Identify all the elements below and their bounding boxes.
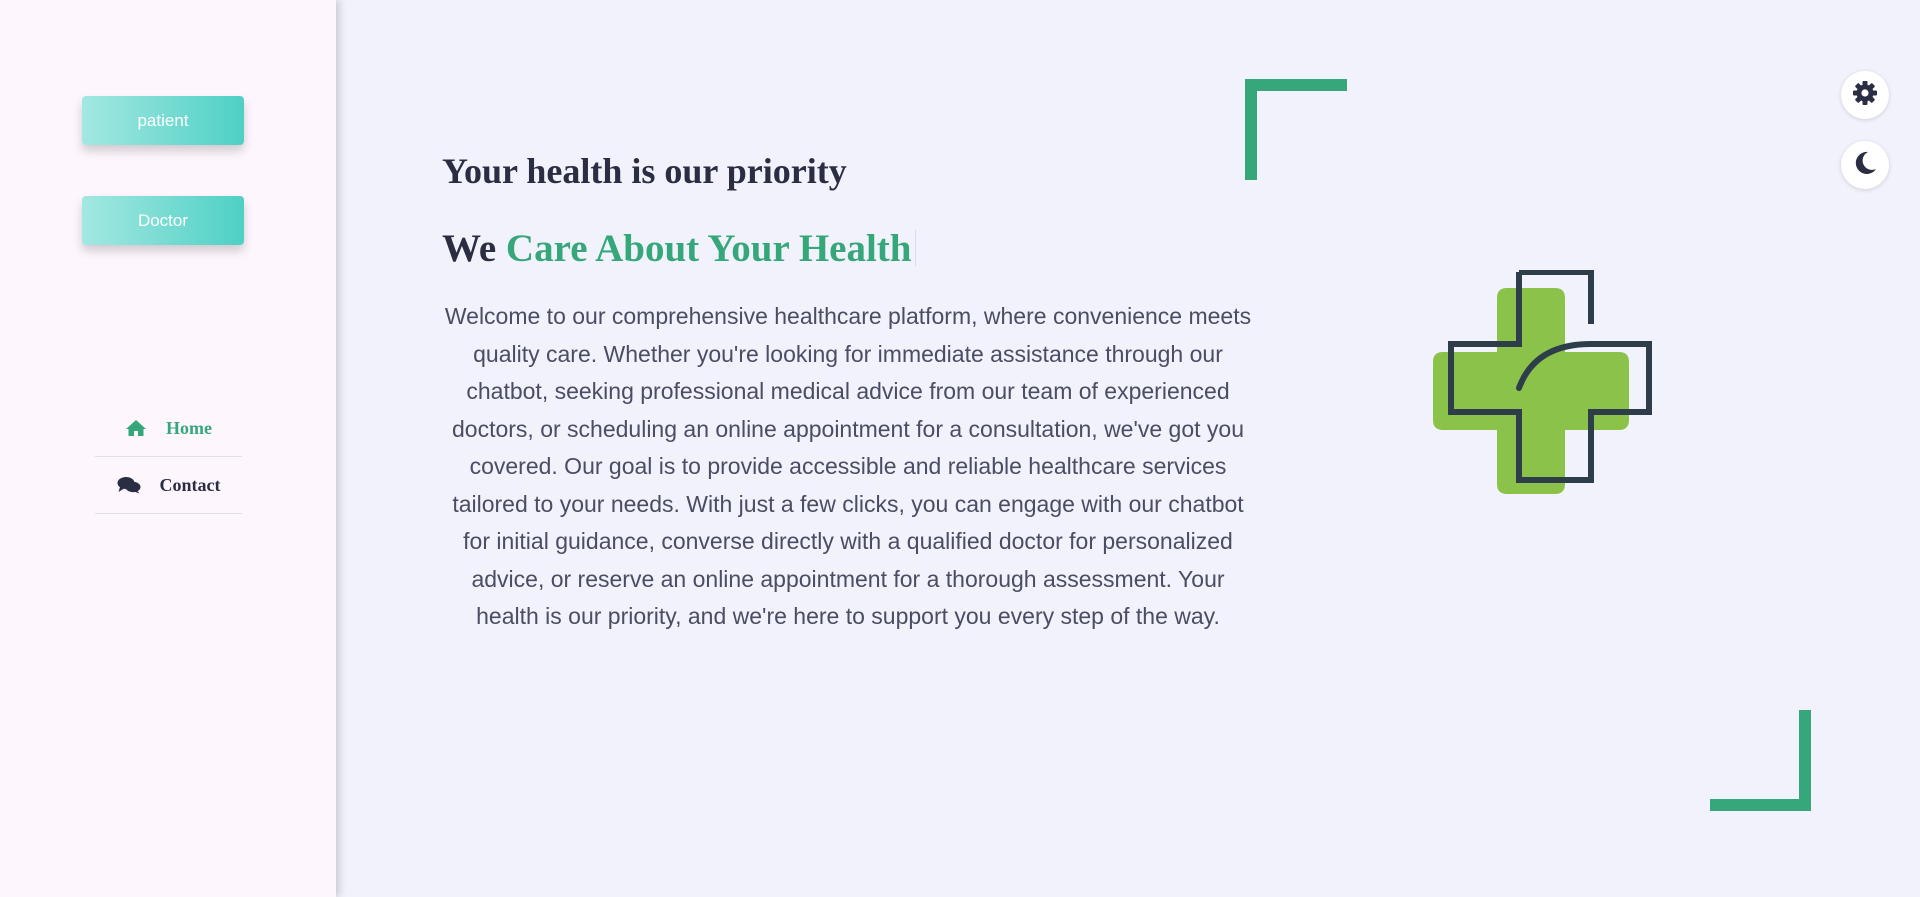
- tagline-prefix: We: [442, 227, 497, 270]
- nav-item-contact-label: Contact: [159, 474, 221, 495]
- sidebar-nav: Home Contact: [95, 400, 242, 514]
- patient-button[interactable]: patient: [82, 96, 244, 145]
- tagline: We Care About Your Health: [442, 226, 917, 271]
- corner-decoration-top-left: [1245, 79, 1347, 180]
- nav-item-home-label: Home: [166, 417, 212, 438]
- doctor-button[interactable]: Doctor: [82, 196, 244, 245]
- page-heading: Your health is our priority: [442, 151, 847, 191]
- theme-toggle-button[interactable]: [1841, 141, 1889, 189]
- typing-cursor: [915, 230, 917, 266]
- home-icon: [125, 419, 147, 437]
- moon-icon: [1852, 150, 1878, 181]
- tagline-accent: Care About Your Health: [505, 227, 912, 270]
- settings-button[interactable]: [1841, 71, 1889, 119]
- hero-description: Welcome to our comprehensive healthcare …: [444, 303, 1252, 629]
- nav-item-home[interactable]: Home: [95, 400, 242, 457]
- nav-item-contact[interactable]: Contact: [95, 457, 242, 514]
- sidebar: patient Doctor Home Contact: [0, 0, 336, 897]
- corner-decoration-bottom-right: [1710, 710, 1811, 811]
- main-content: Your health is our priority We Care Abou…: [336, 0, 1920, 897]
- medical-cross-icon: [1431, 269, 1665, 504]
- comments-icon: [117, 476, 141, 494]
- gear-icon: [1852, 80, 1878, 111]
